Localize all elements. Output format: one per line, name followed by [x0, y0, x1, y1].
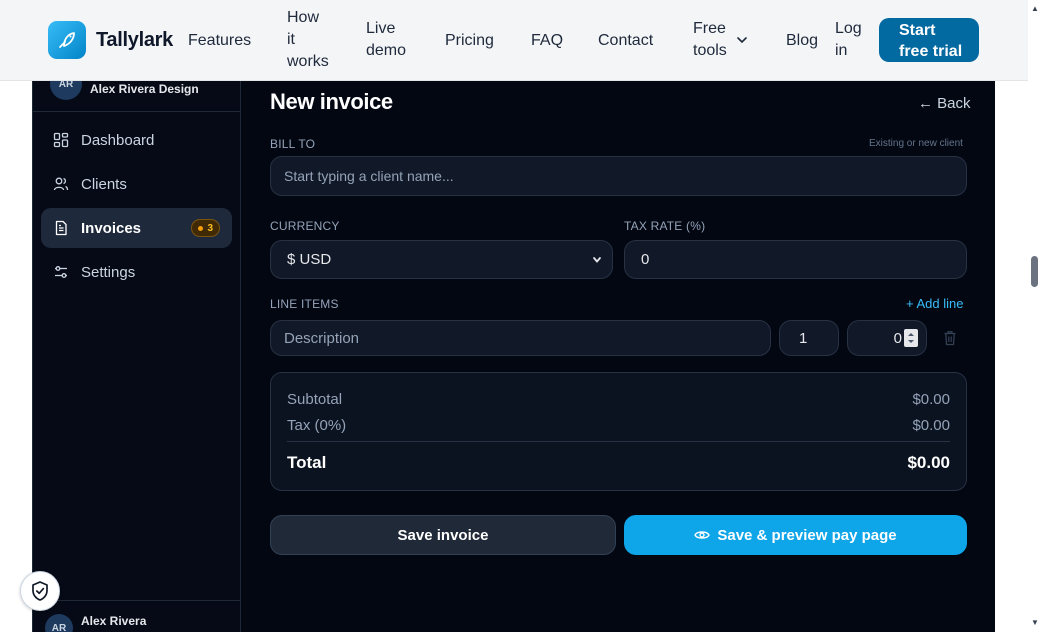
nav-how-it-works[interactable]: How it works — [287, 7, 329, 73]
bill-to-hint: Existing or new client — [869, 138, 963, 149]
subtotal-row: Subtotal $0.00 — [287, 391, 950, 408]
delete-line-icon[interactable] — [943, 330, 957, 351]
line-price-input[interactable]: 0 — [847, 320, 927, 356]
sidebar: AR Alex Rivera Design Dashboard Clients … — [33, 68, 241, 632]
user-avatar: AR — [45, 614, 73, 632]
app-window: AR Alex Rivera Design Dashboard Clients … — [32, 68, 995, 632]
sliders-icon — [53, 264, 69, 280]
nav-features[interactable]: Features — [188, 30, 251, 52]
tax-rate-label: TAX RATE (%) — [624, 219, 706, 233]
chevron-down-icon — [593, 257, 601, 263]
sidebar-item-invoices[interactable]: Invoices 3 — [41, 208, 232, 248]
number-spinner[interactable] — [904, 329, 918, 347]
tax-value: $0.00 — [912, 417, 950, 434]
dashboard-icon — [53, 132, 69, 148]
scroll-up-arrow[interactable]: ▲ — [1031, 4, 1039, 13]
scroll-down-arrow[interactable]: ▼ — [1031, 618, 1039, 627]
divider — [287, 441, 950, 442]
line-qty-input[interactable]: 1 — [779, 320, 839, 356]
client-search-input[interactable]: Start typing a client name... — [270, 156, 967, 196]
sidebar-item-label: Invoices — [81, 219, 142, 237]
nav-pricing[interactable]: Pricing — [445, 30, 494, 52]
sidebar-item-settings[interactable]: Settings — [41, 252, 232, 292]
user-menu[interactable]: AR Alex Rivera — [33, 600, 241, 632]
invoice-summary: Subtotal $0.00 Tax (0%) $0.00 Total $0.0… — [270, 372, 967, 491]
account-header[interactable]: AR Alex Rivera Design — [33, 68, 241, 112]
currency-label: CURRENCY — [270, 219, 340, 233]
privacy-shield-button[interactable] — [20, 571, 60, 611]
top-navbar: Tallylark Features How it works Live dem… — [0, 0, 1028, 81]
total-row: Total $0.00 — [287, 453, 950, 472]
nav-live-demo[interactable]: Live demo — [366, 18, 406, 62]
sidebar-item-label: Clients — [81, 175, 127, 193]
tax-rate-input[interactable]: 0 — [624, 240, 967, 279]
shield-check-icon — [32, 581, 48, 601]
nav-faq[interactable]: FAQ — [531, 30, 563, 52]
chevron-down-icon[interactable] — [736, 35, 748, 45]
sidebar-item-clients[interactable]: Clients — [41, 164, 232, 204]
line-description-input[interactable]: Description — [270, 320, 771, 356]
bird-icon — [59, 32, 75, 48]
page-title: New invoice — [270, 89, 393, 114]
user-name: Alex Rivera — [81, 614, 147, 628]
sidebar-item-label: Dashboard — [81, 131, 155, 149]
users-icon — [53, 176, 69, 192]
sidebar-item-label: Settings — [81, 263, 136, 281]
bill-to-label: BILL TO — [270, 137, 316, 151]
nav-contact[interactable]: Contact — [598, 30, 653, 52]
plus-icon: + — [906, 296, 917, 311]
back-link[interactable]: ← Back — [918, 95, 971, 112]
currency-select[interactable]: $ USD — [270, 240, 613, 279]
nav-blog[interactable]: Blog — [786, 30, 818, 52]
add-line-button[interactable]: + Add line — [906, 296, 963, 311]
scrollbar-thumb[interactable] — [1031, 256, 1038, 287]
invoice-icon — [53, 220, 69, 236]
total-value: $0.00 — [907, 453, 950, 472]
nav-free-tools[interactable]: Free tools — [693, 18, 727, 62]
start-free-trial-button[interactable]: Start free trial — [879, 18, 979, 62]
logo[interactable] — [48, 21, 86, 59]
nav-log-in[interactable]: Log in — [835, 18, 862, 62]
save-preview-button[interactable]: Save & preview pay page — [624, 515, 967, 555]
brand-name[interactable]: Tallylark — [96, 29, 173, 52]
subtotal-value: $0.00 — [912, 391, 950, 408]
save-invoice-button[interactable]: Save invoice — [270, 515, 616, 555]
account-name: Alex Rivera Design — [90, 82, 199, 96]
tax-row: Tax (0%) $0.00 — [287, 417, 950, 434]
line-items-label: LINE ITEMS — [270, 297, 339, 311]
eye-icon — [694, 531, 711, 539]
count-badge: 3 — [191, 219, 220, 237]
sidebar-item-dashboard[interactable]: Dashboard — [41, 120, 232, 160]
